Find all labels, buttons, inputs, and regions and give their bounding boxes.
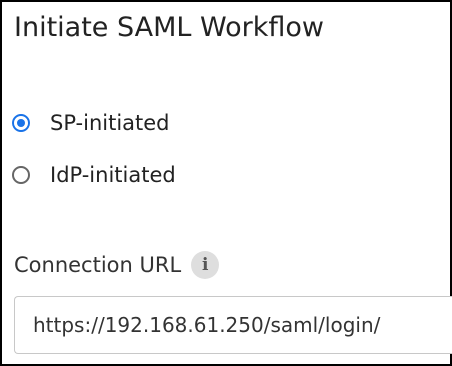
page-title: Initiate SAML Workflow: [14, 12, 324, 43]
connection-url-input[interactable]: [14, 296, 452, 354]
idp-initiated-radio[interactable]: [12, 166, 30, 184]
sp-initiated-radio[interactable]: [12, 114, 30, 132]
sp-initiated-option[interactable]: SP-initiated: [12, 110, 170, 136]
idp-initiated-option[interactable]: IdP-initiated: [12, 162, 176, 188]
sp-initiated-label: SP-initiated: [50, 111, 170, 135]
idp-initiated-label: IdP-initiated: [50, 163, 176, 187]
info-icon[interactable]: i: [191, 251, 220, 279]
connection-url-label-row: Connection URL i: [14, 251, 220, 279]
saml-workflow-panel: Initiate SAML Workflow SP-initiated IdP-…: [0, 0, 452, 366]
connection-url-label: Connection URL: [14, 253, 182, 277]
